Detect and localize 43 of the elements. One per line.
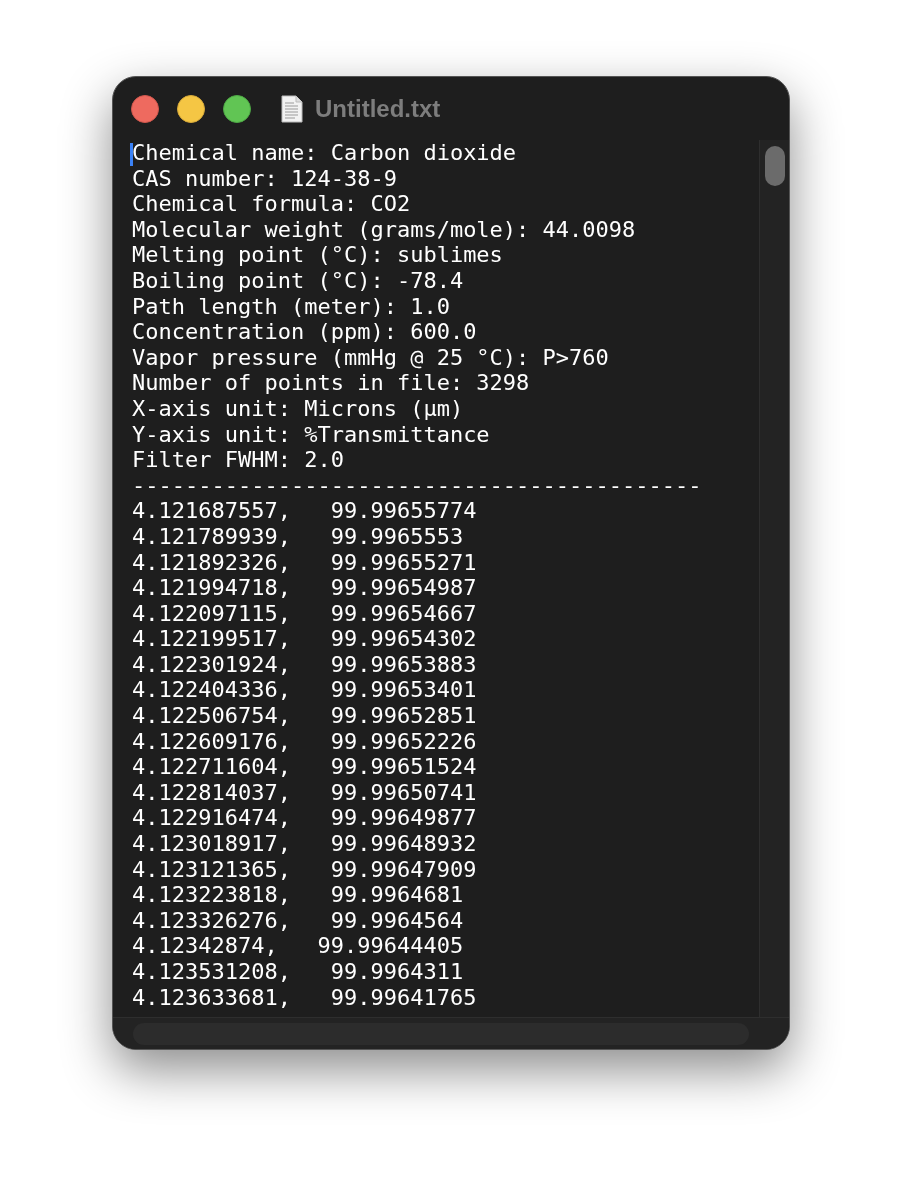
text-cursor: [130, 143, 133, 166]
text-line: 4.12342874, 99.99644405: [132, 933, 464, 959]
text-line: 4.122301924, 99.99653883: [132, 651, 477, 678]
text-line: X-axis unit: Microns (µm): [132, 395, 464, 422]
vertical-scrollbar[interactable]: [759, 140, 789, 1017]
zoom-button[interactable]: [223, 94, 251, 123]
text-line: 4.122506754, 99.99652851: [132, 703, 477, 729]
minimize-button[interactable]: [177, 94, 205, 123]
horizontal-scrollbar[interactable]: [113, 1017, 789, 1049]
text-line: 4.122097115, 99.99654667: [132, 600, 477, 627]
text-line: 4.122711604, 99.99651524: [132, 754, 477, 780]
scroll-thumb[interactable]: [764, 146, 785, 186]
text-line: 4.122814037, 99.99650741: [132, 779, 477, 806]
text-line: Boiling point (°C): -78.4: [132, 267, 464, 294]
text-line: Number of points in file: 3298: [132, 370, 530, 396]
text-line: Molecular weight (grams/mole): 44.0098: [132, 216, 636, 243]
text-line: Chemical formula: CO2: [132, 191, 411, 217]
text-line: 4.121789939, 99.9965553: [132, 523, 464, 550]
text-line: 4.123531208, 99.9964311: [132, 959, 464, 985]
text-line: Filter FWHM: 2.0: [132, 447, 344, 473]
text-line: 4.123326276, 99.9964564: [132, 907, 464, 934]
text-line: 4.121687557, 99.99655774: [132, 498, 477, 524]
text-line: 4.121892326, 99.99655271: [132, 549, 477, 576]
text-line: 4.122609176, 99.99652226: [132, 728, 477, 755]
text-line: 4.122916474, 99.99649877: [132, 805, 477, 832]
text-line: 4.123633681, 99.99641765: [132, 984, 477, 1011]
text-line: Y-axis unit: %Transmittance: [132, 421, 490, 448]
close-button[interactable]: [131, 94, 159, 123]
text-line: 4.123018917, 99.99648932: [132, 831, 477, 857]
document-icon: [281, 94, 303, 123]
text-line: Vapor pressure (mmHg @ 25 °C): P>760: [132, 344, 609, 371]
text-line: 4.123223818, 99.9964681: [132, 882, 464, 908]
window-title: Untitled.txt: [315, 93, 441, 124]
text-line: 4.123121365, 99.99647909: [132, 856, 477, 883]
text-line: 4.122404336, 99.99653401: [132, 677, 477, 704]
text-line: Melting point (°C): sublimes: [132, 242, 503, 268]
text-line: 4.121994718, 99.99654987: [132, 575, 477, 601]
text-line: -------------------------------------------: [132, 472, 702, 499]
text-line: 4.122199517, 99.99654302: [132, 626, 477, 652]
text-line: Chemical name: Carbon dioxide: [132, 140, 517, 166]
text-line: Path length (meter): 1.0: [132, 293, 450, 320]
text-line: CAS number: 124-38-9: [132, 165, 397, 192]
text-line: Concentration (ppm): 600.0: [132, 319, 477, 345]
